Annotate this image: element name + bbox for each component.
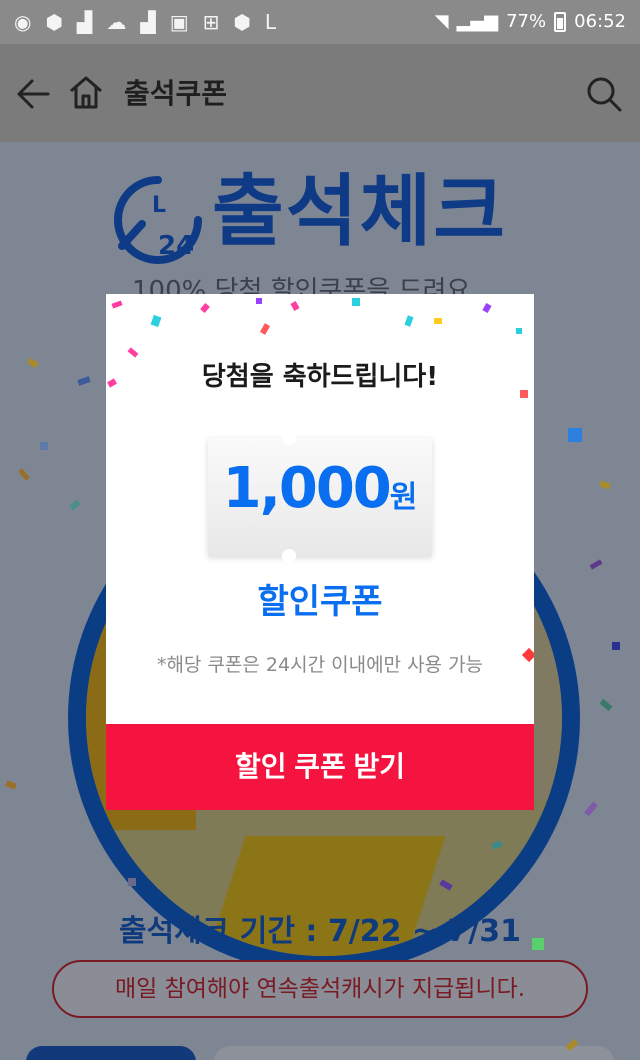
stairs-icon: ▟	[140, 10, 156, 34]
search-icon[interactable]	[584, 74, 624, 114]
page-title: 출석쿠폰	[124, 77, 228, 110]
confetti-piece	[532, 938, 544, 950]
cloud-icon: ☁	[106, 10, 127, 34]
confetti-piece	[599, 698, 613, 712]
coupon-notch	[282, 549, 296, 563]
clock: 06:52	[574, 11, 626, 32]
confetti-piece	[589, 559, 603, 570]
confetti-piece	[128, 878, 136, 886]
confetti-piece	[352, 298, 360, 306]
coupon-notch	[282, 431, 296, 445]
coupon-amount: 1,000원	[208, 456, 432, 521]
box-icon: ⬢	[233, 10, 251, 34]
signal-icon: ▂▄▆	[456, 11, 499, 32]
confetti-piece	[434, 318, 442, 324]
confetti-piece	[404, 315, 414, 327]
l-logo-icon: L	[264, 10, 276, 34]
confetti-piece	[69, 499, 81, 511]
battery-percent: 77%	[506, 11, 547, 32]
confetti-piece	[200, 303, 210, 313]
app-header: 출석쿠폰	[0, 44, 640, 142]
event-period: 출석체크 기간 : 7/22 ~ 7/31	[118, 914, 522, 949]
confetti-piece	[568, 428, 582, 442]
coupon-label: 할인쿠폰	[257, 582, 383, 622]
confetti-piece	[18, 468, 30, 481]
calendar-icon: ▣	[169, 10, 189, 34]
confetti-piece	[584, 801, 598, 817]
status-bar: ◉ ⬢ ▟ ☁ ▟ ▣ ⊞ ⬢ L ◥ ▂▄▆ 77% 06:52	[0, 0, 640, 44]
confetti-piece	[40, 442, 48, 450]
attendance-notice: 매일 참여해야 연속출석캐시가 지급됩니다.	[52, 960, 588, 1018]
receive-coupon-button[interactable]: 할인 쿠폰 받기	[106, 724, 534, 810]
coupon-value: 1,000	[222, 456, 392, 521]
tab-active[interactable]	[26, 1046, 196, 1060]
confetti-piece	[27, 357, 39, 369]
app-notification-icon: ◉	[14, 10, 32, 34]
confetti-piece	[77, 376, 91, 386]
logo-number: 24	[158, 231, 194, 261]
confetti-piece	[5, 780, 17, 790]
logo-letter: L	[152, 193, 166, 218]
coupon-currency: 원	[389, 480, 418, 515]
confetti-piece	[290, 301, 300, 311]
confetti-piece	[516, 328, 522, 334]
gift-icon: ⊞	[202, 10, 220, 34]
confetti-piece	[256, 298, 262, 304]
stairs-icon: ▟	[76, 10, 93, 34]
confetti-piece	[150, 314, 162, 328]
home-icon[interactable]	[66, 72, 106, 112]
clock-24-logo: L 24	[114, 176, 202, 264]
confetti-piece	[111, 300, 123, 309]
back-arrow-icon[interactable]	[14, 74, 54, 114]
system-status: ◥ ▂▄▆ 77% 06:52	[435, 10, 626, 34]
tab-inactive[interactable]	[214, 1046, 614, 1060]
congratulations-heading: 당첨을 축하드립니다!	[201, 362, 439, 392]
attendance-title: 출석체크	[212, 167, 508, 257]
notification-icons: ◉ ⬢ ▟ ☁ ▟ ▣ ⊞ ⬢ L	[14, 10, 276, 34]
coupon-validity-note: *해당 쿠폰은 24시간 이내에만 사용 가능	[156, 654, 484, 676]
box-icon: ⬢	[45, 10, 63, 34]
confetti-piece	[599, 480, 611, 490]
confetti-piece	[259, 323, 271, 335]
confetti-piece	[612, 642, 620, 650]
wifi-icon: ◥	[434, 11, 449, 32]
battery-icon	[554, 12, 567, 32]
coupon-ticket: 1,000원	[208, 431, 432, 563]
confetti-piece	[482, 303, 492, 313]
coupon-win-dialog: 당첨을 축하드립니다! 1,000원 할인쿠폰 *해당 쿠폰은 24시간 이내에…	[106, 294, 534, 810]
